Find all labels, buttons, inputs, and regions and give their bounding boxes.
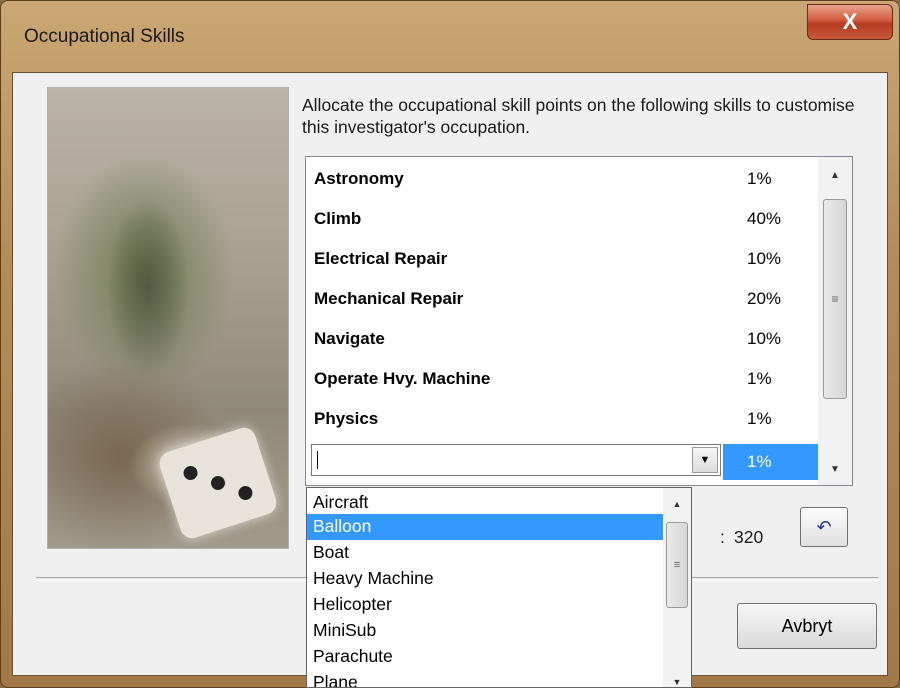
dropdown-item[interactable]: Aircraft (307, 490, 683, 516)
cancel-button[interactable]: Avbryt (737, 603, 877, 649)
text-caret (317, 451, 318, 469)
chevron-down-icon: ▼ (699, 454, 711, 466)
dropdown-item-label: Plane (313, 672, 358, 688)
grip-icon: ≡ (673, 559, 681, 571)
dropdown-scrollbar[interactable]: ▲ ≡ ▼ (663, 488, 691, 687)
skill-specialty-combobox[interactable]: ▼ (311, 444, 721, 476)
occupation-artwork (47, 87, 289, 549)
dropdown-item-label: Aircraft (313, 492, 369, 512)
skills-scrollbar[interactable]: ▲ ≡ ▼ (818, 157, 852, 485)
skill-name: Climb (314, 209, 362, 228)
skill-name: Physics (314, 409, 379, 428)
grip-icon: ≡ (831, 292, 839, 306)
skill-name: Mechanical Repair (314, 289, 464, 308)
dropdown-item-label: Boat (313, 542, 349, 562)
scroll-down-icon[interactable]: ▼ (818, 457, 852, 481)
cancel-label: Avbryt (781, 615, 833, 636)
skill-value: 40% (747, 209, 782, 228)
dropdown-item-label: Parachute (313, 646, 393, 666)
dropdown-arrow-button[interactable]: ▼ (692, 447, 718, 473)
skill-value: 1% (747, 452, 772, 471)
undo-button[interactable]: ↶ (800, 507, 848, 547)
title-bar[interactable]: Occupational Skills X (0, 0, 900, 72)
skill-row[interactable]: Navigate 10% (306, 319, 818, 357)
skill-value: 1% (747, 369, 772, 388)
dropdown-item[interactable]: MiniSub (307, 618, 683, 644)
skill-name: Astronomy (314, 169, 404, 188)
dropdown-item[interactable]: Heavy Machine (307, 566, 683, 592)
skills-list[interactable]: Astronomy 1% Climb 40% Electrical Repair… (305, 156, 853, 486)
scroll-up-icon[interactable]: ▲ (818, 163, 852, 187)
skill-value: 1% (747, 169, 772, 188)
close-button[interactable]: X (807, 4, 893, 40)
dropdown-item[interactable]: Helicopter (307, 592, 683, 618)
dropdown-item[interactable]: Plane (307, 670, 683, 688)
skill-value: 1% (747, 409, 772, 428)
skill-value: 10% (747, 329, 782, 348)
skill-name: Electrical Repair (314, 249, 448, 268)
scroll-thumb[interactable]: ≡ (666, 522, 688, 608)
dropdown-item-label: Balloon (313, 516, 372, 536)
specialty-dropdown-list[interactable]: Aircraft Balloon Boat Heavy Machine Heli… (306, 487, 692, 688)
window-title: Occupational Skills (24, 26, 185, 47)
points-colon: : (720, 527, 725, 547)
scroll-up-icon[interactable]: ▲ (663, 494, 691, 514)
points-value: 320 (734, 527, 764, 547)
close-icon: X (842, 9, 858, 34)
dialog-window: Occupational Skills X Allocate the occup… (0, 0, 900, 688)
undo-icon: ↶ (816, 516, 832, 537)
dice-image (156, 424, 280, 542)
dropdown-item-selected[interactable]: Balloon (307, 514, 683, 540)
editing-skill-value[interactable]: 1% (723, 444, 818, 480)
scroll-down-icon[interactable]: ▼ (663, 672, 691, 687)
scroll-thumb[interactable]: ≡ (823, 199, 847, 399)
instructions-text: Allocate the occupational skill points o… (302, 95, 855, 137)
skill-row[interactable]: Physics 1% (306, 399, 818, 437)
dropdown-item[interactable]: Boat (307, 540, 683, 566)
skill-name: Navigate (314, 329, 385, 348)
skill-row[interactable]: Electrical Repair 10% (306, 239, 818, 277)
dropdown-item[interactable]: Parachute (307, 644, 683, 670)
dropdown-item-label: Heavy Machine (313, 568, 434, 588)
skill-row[interactable]: Operate Hvy. Machine 1% (306, 359, 818, 397)
dropdown-item-label: Helicopter (313, 594, 392, 614)
skill-name: Operate Hvy. Machine (314, 369, 491, 388)
skill-row[interactable]: Climb 40% (306, 199, 818, 237)
skill-row[interactable]: Astronomy 1% (306, 159, 818, 197)
dropdown-item-label: MiniSub (313, 620, 377, 640)
skill-value: 10% (747, 249, 782, 268)
silhouette-figure (88, 158, 208, 418)
skill-value: 20% (747, 289, 782, 308)
skill-row[interactable]: Mechanical Repair 20% (306, 279, 818, 317)
